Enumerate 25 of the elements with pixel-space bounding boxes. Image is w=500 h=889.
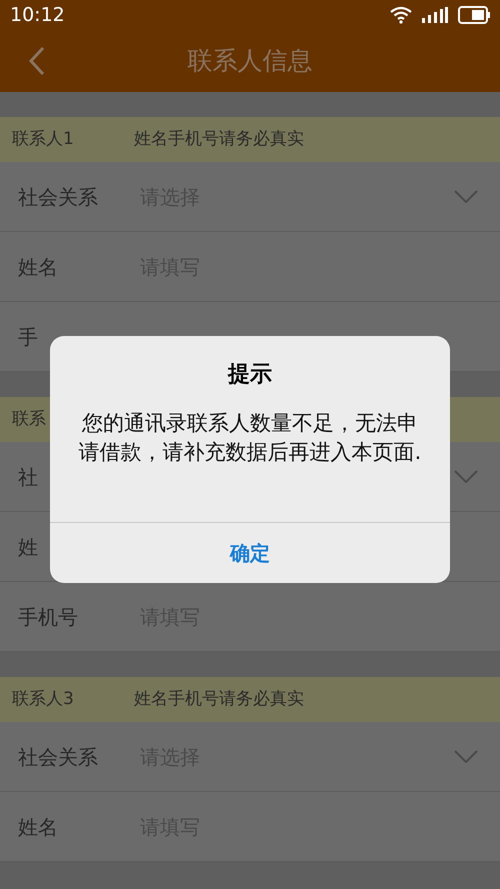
field-label: 社会关系 — [18, 744, 98, 768]
field-label: 姓 — [18, 534, 38, 558]
field-label: 姓名 — [18, 254, 58, 278]
dialog-message: 您的通讯录联系人数量不足，无法申请借款，请补充数据后再进入本页面. — [78, 410, 422, 466]
section-note: 姓名手机号请务必真实 — [134, 128, 304, 151]
signal-icon — [422, 7, 448, 23]
section-title: 联系人3 — [12, 688, 74, 709]
battery-icon — [458, 6, 490, 24]
back-icon[interactable] — [28, 46, 46, 76]
section-title: 联系 — [12, 408, 46, 429]
dialog-title: 提示 — [226, 361, 273, 389]
field-label: 社会关系 — [18, 184, 98, 208]
chevron-down-icon[interactable] — [454, 750, 478, 764]
chevron-down-icon[interactable] — [454, 470, 478, 484]
field-label: 社 — [18, 464, 38, 488]
chevron-down-icon[interactable] — [454, 190, 478, 204]
page-title: 联系人信息 — [188, 45, 312, 78]
status-time: 10:12 — [10, 2, 65, 28]
wifi-icon — [390, 6, 412, 24]
field-label: 姓名 — [18, 814, 58, 838]
field-label: 手机号 — [18, 604, 78, 628]
section-note: 姓名手机号请务必真实 — [134, 688, 304, 711]
confirm-button[interactable]: 确定 — [50, 522, 450, 583]
field-label: 手 — [18, 324, 38, 348]
section-title: 联系人1 — [12, 128, 74, 149]
